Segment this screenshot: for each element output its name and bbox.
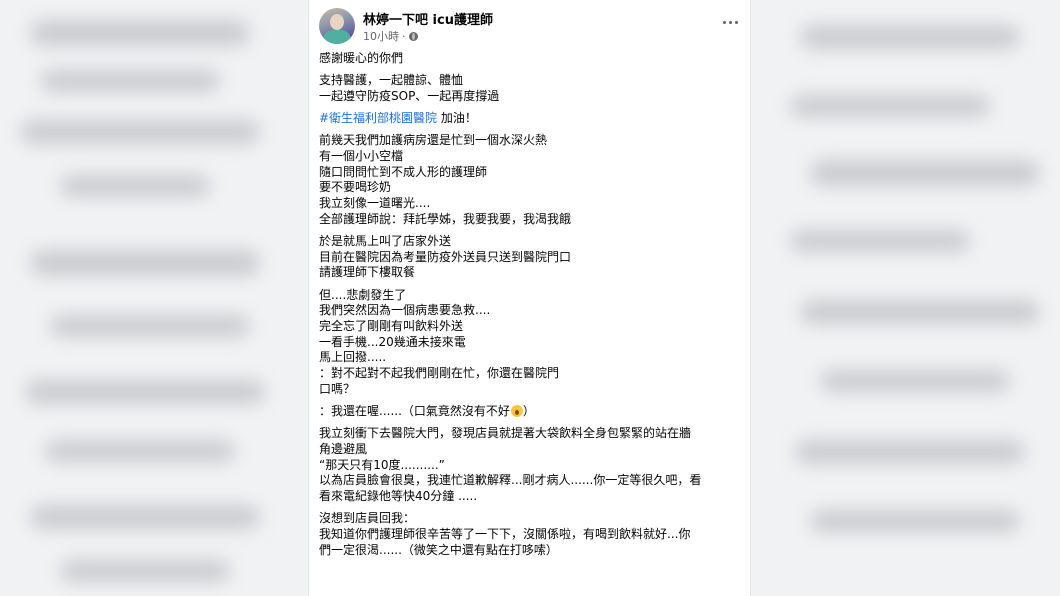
astonished-face-icon bbox=[510, 405, 523, 418]
post-text-line: ：我還在喔......（口氣竟然沒有不好 ） bbox=[319, 404, 747, 420]
meta-separator: · bbox=[402, 29, 406, 43]
post-header: 林婷一下吧 icu護理師 10小時 · bbox=[319, 8, 744, 48]
post-text-line: 角邊避風 bbox=[319, 442, 747, 458]
post-text: 有一個小小空檔 bbox=[319, 149, 404, 164]
post-text-line: 看來電紀錄他等快40分鐘 ..... bbox=[319, 489, 747, 505]
post-text: 要不要喝珍奶 bbox=[319, 180, 392, 195]
post-text-line: 沒想到店員回我： bbox=[319, 511, 747, 527]
post-text: 全部護理師說：拜託學姊，我要我要，我渴我餓 bbox=[319, 211, 572, 226]
globe-icon bbox=[408, 31, 418, 41]
post-text-line: 於是就馬上叫了店家外送 bbox=[319, 234, 747, 250]
post-text-line: 一起遵守防疫SOP、一起再度撐過 bbox=[319, 89, 747, 105]
post-text-line: ：對不起對不起我們剛剛在忙，你還在醫院門 bbox=[319, 366, 747, 382]
post-text: 前幾天我們加護病房還是忙到一個水深火熱 bbox=[319, 133, 548, 148]
more-options-icon[interactable] bbox=[718, 14, 742, 30]
post-text: 口嗎？ bbox=[319, 381, 356, 396]
post-paragraph: 前幾天我們加護病房還是忙到一個水深火熱 有一個小小空檔 隨口問問忙到不成人形的護理師… bbox=[319, 133, 747, 227]
post-text-line: 我立刻衝下去醫院大門，發現店員就提著大袋飲料全身包緊緊的站在牆 bbox=[319, 426, 747, 442]
hashtag-line: #衛生福利部桃園醫院 加油！ bbox=[319, 111, 747, 127]
post-text: 於是就馬上叫了店家外送 bbox=[319, 234, 452, 249]
post-paragraph: 感謝暖心的你們 bbox=[319, 51, 747, 67]
post-text: ：對不起對不起我們剛剛在忙，你還在醫院門 bbox=[319, 366, 560, 381]
post-text-line: 完全忘了剛剛有叫飲料外送 bbox=[319, 319, 747, 335]
post-text-line: 感謝暖心的你們 bbox=[319, 51, 747, 67]
post-text: 我立刻衝下去醫院大門，發現店員就提著大袋飲料全身包緊緊的站在牆 bbox=[319, 426, 692, 441]
post-text-line: 我知道你們護理師很辛苦等了一下下，沒關係啦，有喝到飲料就好...你 bbox=[319, 527, 747, 543]
facebook-post: 林婷一下吧 icu護理師 10小時 · 感謝暖心的你們支持醫護，一起體諒、體恤一… bbox=[308, 0, 751, 596]
post-text: 一起遵守防疫SOP、一起再度撐過 bbox=[319, 88, 500, 103]
post-text-line: 前幾天我們加護病房還是忙到一個水深火熱 bbox=[319, 133, 747, 149]
post-text: 我們突然因為一個病患要急救.... bbox=[319, 303, 491, 318]
post-text: 們一定很渴......（微笑之中還有點在打哆嗦） bbox=[319, 542, 558, 557]
author-name[interactable]: 林婷一下吧 icu護理師 bbox=[363, 9, 493, 28]
post-text-line: 口嗎？ bbox=[319, 382, 747, 398]
post-paragraph: 於是就馬上叫了店家外送 目前在醫院因為考量防疫外送員只送到醫院門口 請護理師下樓取餐 bbox=[319, 234, 747, 281]
post-text-line: 支持醫護，一起體諒、體恤 bbox=[319, 73, 747, 89]
post-text-line: 以為店員臉會很臭，我連忙道歉解釋...剛才病人......你一定等很久吧，看 bbox=[319, 473, 747, 489]
post-text: 我知道你們護理師很辛苦等了一下下，沒關係啦，有喝到飲料就好...你 bbox=[319, 526, 691, 541]
post-text: 隨口問問忙到不成人形的護理師 bbox=[319, 164, 488, 179]
post-text: 但....悲劇發生了 bbox=[319, 287, 407, 302]
post-text-line: 全部護理師說：拜託學姊，我要我要，我渴我餓 bbox=[319, 212, 747, 228]
post-body: 感謝暖心的你們支持醫護，一起體諒、體恤 一起遵守防疫SOP、一起再度撐過 #衛生福利… bbox=[319, 51, 747, 565]
post-text: 我立刻像一道曙光.... bbox=[319, 196, 431, 211]
post-text: “那天只有10度..........” bbox=[319, 457, 445, 472]
post-paragraph: 沒想到店員回我： 我知道你們護理師很辛苦等了一下下，沒關係啦，有喝到飲料就好...… bbox=[319, 511, 747, 558]
post-paragraph: 但....悲劇發生了 我們突然因為一個病患要急救.... 完全忘了剛剛有叫飲料外送一… bbox=[319, 288, 747, 398]
post-timestamp[interactable]: 10小時 bbox=[363, 28, 399, 44]
post-text: 看來電紀錄他等快40分鐘 ..... bbox=[319, 489, 478, 504]
hashtag-link[interactable]: #衛生福利部桃園醫院 bbox=[319, 111, 437, 125]
post-paragraph: #衛生福利部桃園醫院 加油！ bbox=[319, 111, 747, 127]
post-text-line: 目前在醫院因為考量防疫外送員只送到醫院門口 bbox=[319, 250, 747, 266]
post-meta: 10小時 · bbox=[363, 28, 418, 44]
post-text-line: 要不要喝珍奶 bbox=[319, 180, 747, 196]
post-text: 請護理師下樓取餐 bbox=[319, 265, 416, 280]
post-text: 目前在醫院因為考量防疫外送員只送到醫院門口 bbox=[319, 249, 572, 264]
post-text-line: 們一定很渴......（微笑之中還有點在打哆嗦） bbox=[319, 543, 747, 559]
post-text-line: 我立刻像一道曙光.... bbox=[319, 196, 747, 212]
post-text-line: 我們突然因為一個病患要急救.... bbox=[319, 303, 747, 319]
post-text-line: “那天只有10度..........” bbox=[319, 458, 747, 474]
post-text: 馬上回撥..... bbox=[319, 350, 387, 365]
post-paragraph: 支持醫護，一起體諒、體恤 一起遵守防疫SOP、一起再度撐過 bbox=[319, 73, 747, 104]
post-text-line: 有一個小小空檔 bbox=[319, 149, 747, 165]
hashtag-suffix: 加油！ bbox=[437, 111, 477, 126]
post-paragraph: ：我還在喔......（口氣竟然沒有不好 ） bbox=[319, 404, 747, 420]
post-text: 沒想到店員回我： bbox=[319, 511, 416, 526]
post-text-line: 一看手機...20幾通未接來電 bbox=[319, 335, 747, 351]
post-text: 完全忘了剛剛有叫飲料外送 bbox=[319, 319, 464, 334]
post-paragraph: 我立刻衝下去醫院大門，發現店員就提著大袋飲料全身包緊緊的站在牆 角邊避風 “那天只有… bbox=[319, 426, 747, 505]
post-text: 感謝暖心的你們 bbox=[319, 51, 404, 65]
post-text-line: 但....悲劇發生了 bbox=[319, 288, 747, 304]
post-text-line: 隨口問問忙到不成人形的護理師 bbox=[319, 165, 747, 181]
post-text: 角邊避風 bbox=[319, 441, 368, 456]
post-text: 支持醫護，一起體諒、體恤 bbox=[319, 73, 464, 88]
post-text-line: 請護理師下樓取餐 bbox=[319, 265, 747, 281]
post-text: 以為店員臉會很臭，我連忙道歉解釋...剛才病人......你一定等很久吧，看 bbox=[319, 473, 702, 488]
post-text-line: 馬上回撥..... bbox=[319, 350, 747, 366]
post-text-tail: ） bbox=[522, 404, 535, 419]
author-avatar[interactable] bbox=[319, 8, 355, 44]
post-text: 一看手機...20幾通未接來電 bbox=[319, 334, 466, 349]
post-text: ：我還在喔......（口氣竟然沒有不好 bbox=[319, 404, 510, 419]
